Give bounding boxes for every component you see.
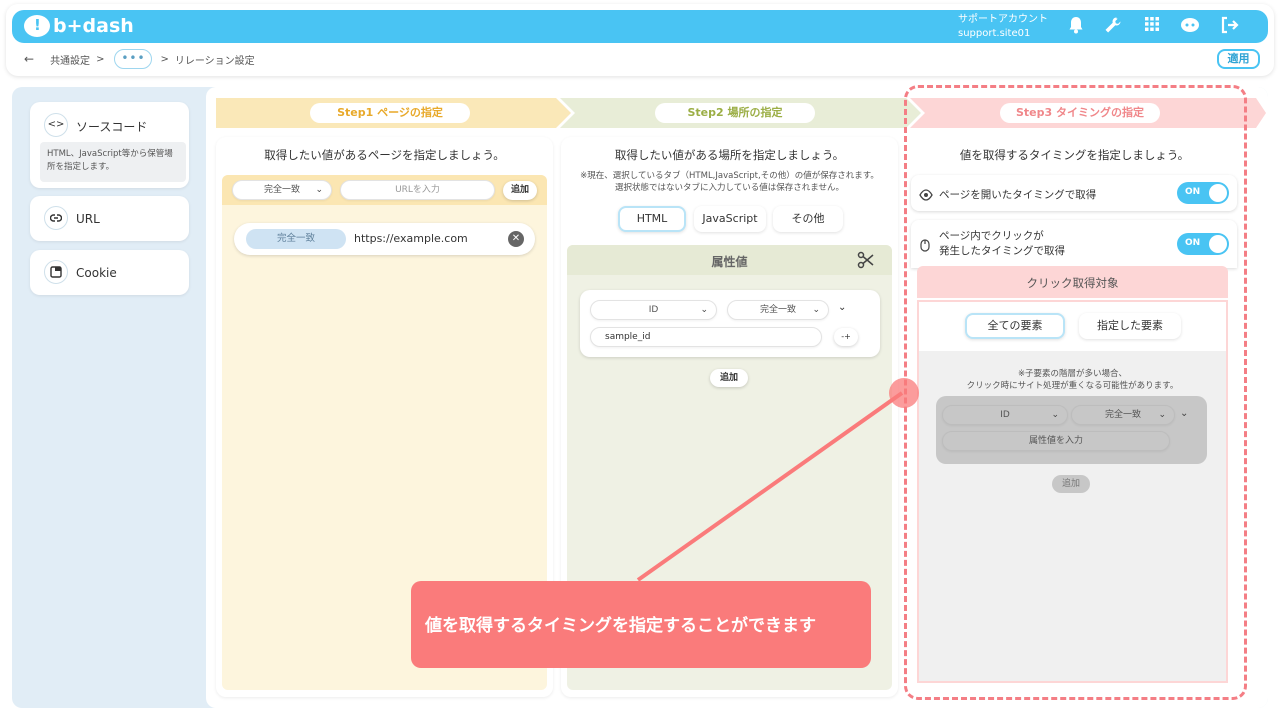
- step1-label: Step1 ページの指定: [310, 103, 470, 123]
- sidebar-item-cookie[interactable]: Cookie: [30, 250, 189, 295]
- attribute-value: sample_id: [605, 332, 651, 342]
- remove-icon[interactable]: ✕: [508, 231, 524, 247]
- sidebar-item-label: ソースコード: [76, 120, 148, 134]
- url-row-value[interactable]: https://example.com: [354, 232, 468, 245]
- add-url-button[interactable]: 追加: [503, 181, 537, 200]
- sidebar-item-source-code[interactable]: <> ソースコード HTML、JavaScript等から保管場所を指定します。: [30, 102, 189, 188]
- breadcrumb: ← 共通設定 > ••• > リレーション設定: [24, 49, 255, 69]
- grid-icon[interactable]: [1141, 16, 1163, 38]
- chevron-down-icon: ⌄: [315, 185, 323, 195]
- column-title: 取得したい値がある場所を指定しましょう。: [614, 148, 845, 162]
- help-bot-icon[interactable]: [1179, 16, 1201, 38]
- sidebar-item-description: HTML、JavaScript等から保管場所を指定します。: [40, 142, 186, 182]
- logout-icon[interactable]: [1218, 16, 1240, 38]
- account-id: support.site01: [958, 28, 1031, 39]
- back-arrow-icon[interactable]: ←: [24, 52, 34, 66]
- callout-pointer-line: [636, 391, 904, 582]
- logo[interactable]: b+dash: [24, 15, 134, 37]
- attribute-value-input[interactable]: sample_id: [590, 327, 822, 347]
- url-input-placeholder: URLを入力: [395, 185, 440, 195]
- select-value: ID: [648, 305, 659, 315]
- attribute-type-select[interactable]: ID ⌄: [590, 300, 717, 320]
- match-type-select[interactable]: 完全一致 ⌄: [232, 180, 332, 200]
- callout-box: 値を取得するタイミングを指定することができます: [411, 581, 871, 668]
- code-icon: <>: [44, 113, 68, 137]
- tab-note: ※現在、選択しているタブ（HTML,JavaScript,その他）の値が保存され…: [561, 170, 898, 194]
- select-value: 完全一致: [759, 305, 796, 315]
- column-title: 取得したい値があるページを指定しましょう。: [264, 148, 505, 162]
- callout-pointer-dot: [889, 378, 919, 408]
- attribute-header: 属性値: [567, 245, 892, 275]
- chevron-down-icon: ⌄: [812, 305, 820, 315]
- logo-mark-icon: [24, 15, 50, 37]
- tab-note-line: 選択状態ではないタブに入力している値は保存されません。: [615, 183, 844, 193]
- condition-toggle-icon[interactable]: -+: [834, 328, 858, 346]
- tab-javascript[interactable]: JavaScript: [694, 206, 766, 232]
- attribute-condition-card: ID ⌄ 完全一致 ⌄ ⌄ sample_id -+: [580, 290, 880, 357]
- url-row-match[interactable]: 完全一致: [246, 229, 346, 249]
- select-value: 完全一致: [263, 185, 300, 195]
- url-input[interactable]: URLを入力: [340, 180, 495, 200]
- sidebar-item-url[interactable]: URL: [30, 196, 189, 241]
- account-label: サポートアカウント: [958, 14, 1048, 25]
- bell-icon[interactable]: [1065, 16, 1087, 38]
- breadcrumb-ellipsis-button[interactable]: •••: [114, 49, 153, 69]
- tab-other[interactable]: その他: [773, 206, 843, 232]
- wrench-icon[interactable]: [1102, 16, 1124, 38]
- breadcrumb-separator: >: [96, 53, 105, 65]
- breadcrumb-item-relation: リレーション設定: [174, 55, 255, 67]
- window-icon: [44, 260, 68, 284]
- tab-html[interactable]: HTML: [618, 206, 686, 232]
- logo-text: b+dash: [53, 15, 134, 37]
- chevron-down-icon: ⌄: [700, 305, 708, 315]
- sidebar-item-label: Cookie: [76, 266, 117, 280]
- account-info[interactable]: サポートアカウント support.site01: [958, 13, 1048, 41]
- highlight-frame: [904, 85, 1247, 700]
- step2-label: Step2 場所の指定: [655, 103, 815, 123]
- apply-button[interactable]: 適用: [1217, 49, 1260, 69]
- expand-chevron-icon[interactable]: ⌄: [838, 302, 846, 313]
- match-type-select[interactable]: 完全一致 ⌄: [727, 300, 829, 320]
- url-row: 完全一致 https://example.com ✕: [234, 223, 535, 255]
- sidebar-item-label: URL: [76, 212, 100, 226]
- attribute-header-title: 属性値: [711, 255, 748, 269]
- link-icon: [44, 206, 68, 230]
- breadcrumb-separator: >: [160, 53, 169, 65]
- breadcrumb-item-common[interactable]: 共通設定: [50, 52, 90, 67]
- scissors-icon[interactable]: [857, 251, 875, 273]
- top-bar: b+dash サポートアカウント support.site01: [12, 10, 1268, 43]
- tab-note-line: ※現在、選択しているタブ（HTML,JavaScript,その他）の値が保存され…: [580, 171, 879, 181]
